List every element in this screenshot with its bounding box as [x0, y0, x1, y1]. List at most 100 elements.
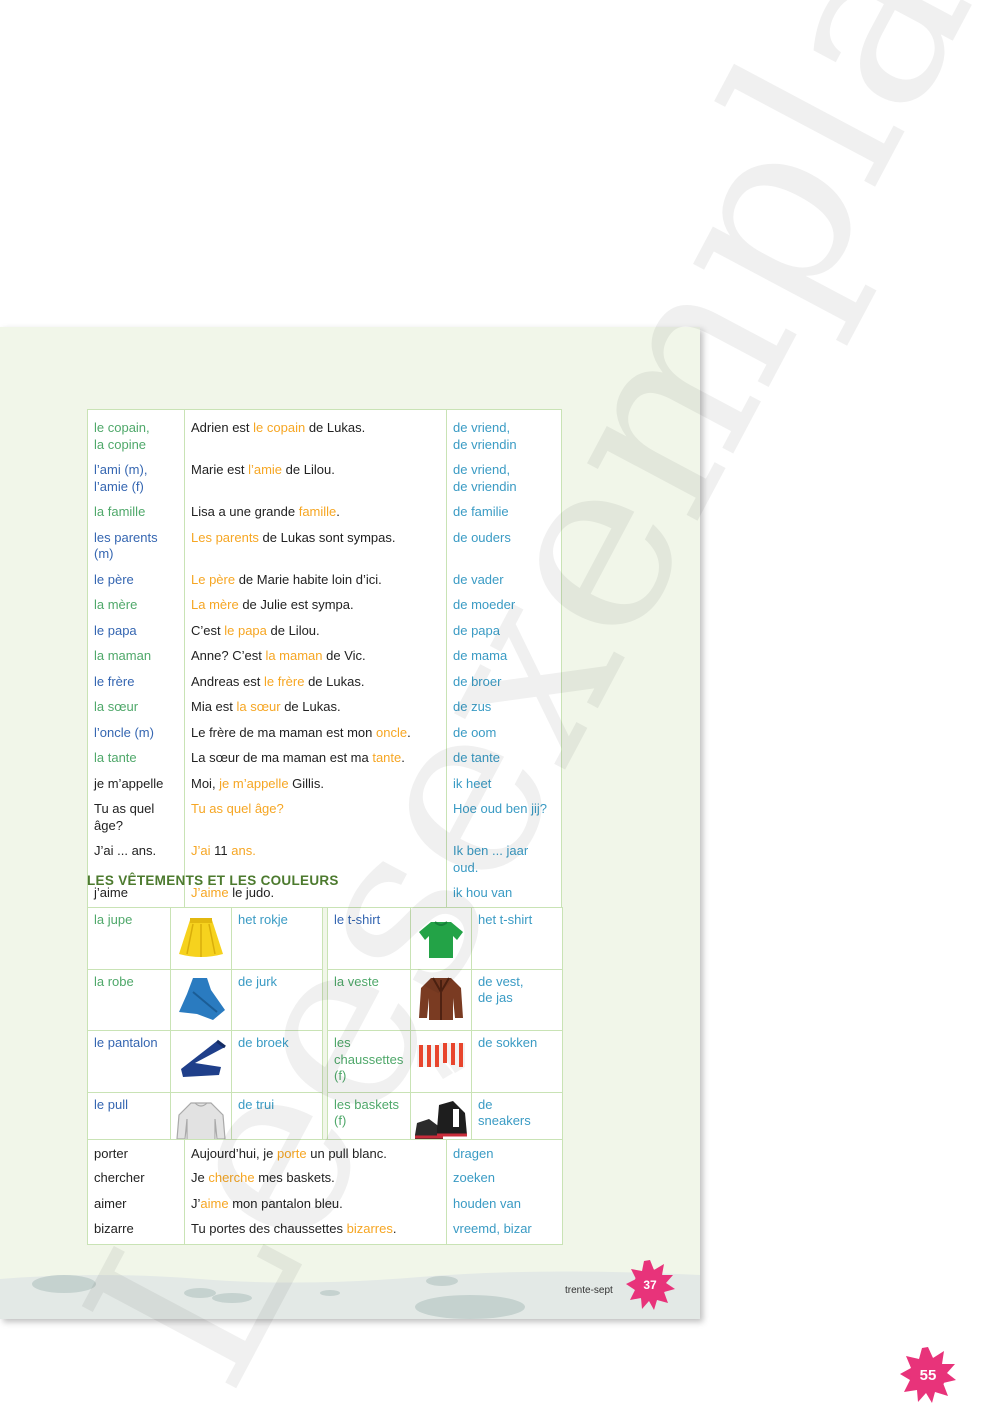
french-word-line: les parents (m) [94, 529, 158, 562]
french-word-line: l’amie (f) [94, 478, 144, 494]
dutch-translation: de vriend, de vriendin [446, 453, 562, 495]
page-badge-inner: 37 [626, 1260, 675, 1310]
french-word: l’ami (m), l’amie (f) [87, 453, 185, 495]
example-sentence: J’ai 11 ans. [184, 834, 447, 876]
highlighted-word: la maman [265, 648, 323, 663]
clothes-table-right: le t-shirt het t-shirt la veste de vest, de … [327, 907, 563, 1154]
french-word: l’oncle (m) [87, 715, 185, 741]
socks-icon [413, 1033, 469, 1090]
verb-french: aimer [87, 1190, 185, 1216]
vocab-row: le frère Andreas est le frère de Lukas. de… [87, 664, 562, 690]
dutch-translation-line: Hoe oud ben jij? [453, 801, 547, 816]
dutch-translation-line: de vriendin [453, 478, 517, 494]
sentence-text: de Julie est sympa. [238, 597, 354, 612]
french-word: Tu as quel âge? [87, 792, 185, 834]
clothes-dutch-line: de sokken [478, 1035, 538, 1050]
verb-dutch: dragen [446, 1139, 563, 1165]
clothes-dutch-word: de vest, de jas [471, 968, 563, 1031]
sentence-text: C’est [191, 622, 225, 638]
sentence-text: de Marie habite loin d’ici. [235, 571, 382, 587]
highlighted-word: famille [298, 504, 337, 519]
clothes-dutch-line: de [478, 1096, 493, 1112]
tshirt-icon [413, 910, 469, 967]
sentence-text: Mia est [191, 699, 237, 714]
sentence-text: Lisa a une grande [191, 504, 299, 519]
dutch-translation-line: de ouders [453, 529, 511, 545]
clothes-french-word: la jupe [87, 907, 171, 970]
example-sentence: Le frère de ma maman est mon oncle. [184, 715, 447, 741]
dutch-translation: de tante [446, 741, 562, 767]
page-badge-inner-label: 37 [643, 1278, 657, 1292]
sentence-text: . [407, 724, 411, 740]
verb-example-sentence: Aujourd’hui, je porte un pull blanc. [184, 1139, 447, 1165]
highlighted-word: Les parents [191, 529, 259, 545]
dutch-translation-line: de mama [453, 648, 508, 663]
dutch-translation: de mama [446, 639, 562, 665]
french-word-line: la mère [94, 597, 138, 612]
french-word: le papa [87, 613, 185, 639]
vocab-row: le copain, la copine Adrien est le copain … [87, 409, 562, 453]
french-word: je m’appelle [87, 766, 185, 792]
highlighted-word: je m’appelle [219, 775, 289, 791]
highlighted-word: bizarres [346, 1221, 393, 1236]
clothes-row: le pantalon de broek [87, 1030, 323, 1093]
vocab-row: l’ami (m), l’amie (f) Marie est l’amie de … [87, 453, 562, 495]
clothes-french-label: les chaussettes (f) [334, 1035, 404, 1083]
vocab-row: la famille Lisa a une grande famille. de f… [87, 495, 562, 521]
french-word-line: l’oncle (m) [94, 724, 154, 740]
clothes-dutch-line: de jurk [238, 973, 278, 989]
clothes-row: le t-shirt het t-shirt [327, 907, 563, 970]
page-number-word: trente-sept [565, 1285, 613, 1296]
vocab-row: la sœur Mia est la sœur de Lukas. de zus [87, 690, 562, 716]
verb-row: bizarre Tu portes des chaussettes bizarre… [87, 1216, 563, 1245]
french-word: le copain, la copine [87, 409, 185, 453]
clothes-picture [170, 907, 232, 970]
dutch-translation: ik heet [446, 766, 562, 792]
clothes-dutch-word: het t-shirt [471, 907, 563, 970]
sentence-text: Aujourd’hui, je [191, 1146, 277, 1161]
example-sentence: Anne? C’est la maman de Vic. [184, 639, 447, 665]
clothes-row: la robe de jurk [87, 968, 323, 1031]
french-word: J’ai ... ans. [87, 834, 185, 876]
dutch-translation: Hoe oud ben jij? [446, 792, 562, 834]
french-word-line: le frère [94, 673, 135, 689]
french-word-line: le copain, [94, 420, 150, 435]
french-word-line: la tante [94, 750, 137, 765]
sentence-text: de Lilou. [266, 622, 320, 638]
sentence-text: de Lukas. [280, 699, 341, 714]
dutch-translation-line: de moeder [453, 597, 516, 612]
example-sentence: La mère de Julie est sympa. [184, 588, 447, 614]
highlighted-word: Tu as quel âge? [191, 801, 284, 816]
highlighted-word: l’amie [248, 462, 283, 477]
highlighted-word: le frère [264, 673, 305, 689]
sentence-text: Gillis. [288, 775, 324, 791]
verb-dutch: houden van [446, 1190, 563, 1216]
sentence-text: Adrien est [191, 420, 254, 435]
clothes-french-label: les baskets (f) [334, 1096, 400, 1129]
clothes-dutch-line: de trui [238, 1096, 275, 1112]
highlighted-word: la sœur [236, 699, 281, 714]
dutch-translation: de vriend, de vriendin [446, 409, 562, 453]
highlighted-word: tante [372, 750, 402, 765]
dutch-translation-line: de broer [453, 673, 502, 689]
dutch-translation-line: ik hou van [453, 885, 513, 900]
vocab-row: la tante La sœur de ma maman est ma tante… [87, 741, 562, 767]
clothes-dutch-line: de jas [478, 990, 513, 1005]
example-sentence: Mia est la sœur de Lukas. [184, 690, 447, 716]
sentence-text: Andreas est [191, 673, 264, 689]
dutch-translation: de vader [446, 562, 562, 588]
clothes-heading: LES VÊTEMENTS ET LES COULEURS [87, 873, 339, 888]
dutch-translation: de ouders [446, 520, 562, 563]
dutch-translation-line: de oom [453, 724, 497, 740]
clothes-dutch-word: de jurk [231, 968, 323, 1031]
dress-icon [173, 972, 229, 1029]
clothes-picture [170, 968, 232, 1031]
sentence-text: de Lukas. [305, 420, 366, 435]
example-sentence: Moi, je m’appelle Gillis. [184, 766, 447, 792]
verb-example-sentence: J’aime mon pantalon bleu. [184, 1190, 447, 1216]
clothes-french-label: le t-shirt [334, 912, 381, 927]
sentence-text: 11 [210, 843, 232, 858]
verbs-vocab-table: porter Aujourd’hui, je porte un pull blan… [87, 1139, 563, 1245]
jacket-icon [413, 972, 469, 1029]
verb-row: porter Aujourd’hui, je porte un pull blan… [87, 1139, 563, 1165]
